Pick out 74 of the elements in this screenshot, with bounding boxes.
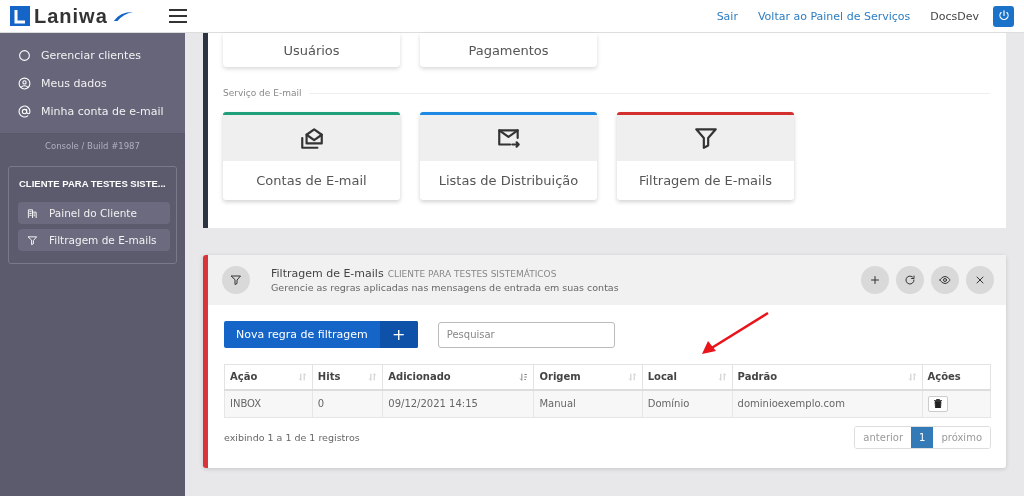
circle-icon (18, 48, 31, 62)
top-link[interactable]: Sair (716, 9, 738, 23)
logo-icon (10, 6, 30, 26)
sidebar-item-label: Gerenciar clientes (41, 48, 141, 62)
building-icon (27, 207, 38, 219)
envelope-stack-icon (298, 125, 325, 151)
table-cell: 0 (312, 389, 383, 418)
plus-icon (869, 274, 881, 286)
power-icon (996, 9, 1011, 23)
table-cell: Manual (533, 389, 643, 418)
filter-icon (27, 234, 38, 246)
plus-button[interactable] (861, 266, 889, 294)
user-name: DocsDev (930, 9, 979, 23)
column-header[interactable]: Adicionado (388, 371, 451, 383)
client-menu-label: Filtragem de E-mails (49, 234, 157, 246)
client-title: CLIENTE PARA TESTES SISTE... (19, 177, 167, 191)
section-title: Serviço de E-mail (223, 88, 302, 98)
sidebar-item[interactable]: Gerenciar clientes (0, 41, 185, 69)
sort-icon[interactable] (368, 371, 378, 382)
refresh-button[interactable] (896, 266, 924, 294)
page-button[interactable]: 1 (911, 427, 934, 448)
sort-icon[interactable] (907, 371, 917, 382)
column-header[interactable]: Ação (230, 371, 258, 383)
refresh-icon (904, 274, 916, 286)
logo-swoosh-icon (111, 9, 134, 23)
client-menu-item[interactable]: Filtragem de E-mails (18, 229, 170, 251)
sidebar-item[interactable]: Minha conta de e-mail (0, 97, 185, 125)
sort-icon[interactable] (297, 371, 307, 382)
service-tile[interactable]: Contas de E-mail (223, 112, 400, 200)
close-icon (974, 274, 986, 286)
brand-name: Laniwa (34, 4, 108, 28)
build-info: Console / Build #1987 (0, 133, 185, 158)
sidebar-item-label: Meus dados (41, 76, 107, 90)
trash-icon (933, 399, 942, 409)
records-info: exibindo 1 a 1 de 1 registros (224, 432, 360, 443)
column-header[interactable]: Padrão (737, 371, 778, 383)
sort-icon[interactable] (627, 371, 637, 382)
sidebar-item-label: Minha conta de e-mail (41, 104, 164, 118)
eye-button[interactable] (931, 266, 959, 294)
top-link[interactable]: Voltar ao Painel de Serviços (757, 9, 911, 23)
at-icon (18, 104, 31, 118)
panel-client: CLIENTE PARA TESTES SISTEMÁTICOS (387, 269, 557, 279)
service-tile[interactable]: Usuários (223, 33, 400, 67)
table-cell: 09/12/2021 14:15 (382, 389, 534, 418)
new-rule-button[interactable]: Nova regra de filtragem + (224, 321, 418, 348)
delete-button[interactable] (927, 395, 948, 412)
panel-subtitle: Gerencie as regras aplicadas nas mensagens de entrada em suas contas (271, 282, 620, 293)
sort-icon[interactable] (717, 371, 727, 382)
close-button[interactable] (966, 266, 994, 294)
table-cell: Domínio (642, 389, 733, 418)
menu-icon[interactable] (168, 8, 188, 24)
tile-label: Listas de Distribuição (437, 172, 580, 190)
power-button[interactable] (993, 5, 1014, 27)
column-header[interactable]: Hits (317, 371, 341, 383)
column-header[interactable]: Origem (539, 371, 581, 383)
filter-icon (230, 274, 242, 286)
sidebar-item[interactable]: Meus dados (0, 69, 185, 97)
service-tile[interactable]: Filtragem de E-mails (617, 112, 794, 200)
table-cell: INBOX (224, 389, 313, 418)
tile-label: Contas de E-mail (255, 172, 368, 190)
tile-label: Filtragem de E-mails (637, 172, 774, 190)
column-header[interactable]: Local (647, 371, 678, 383)
client-menu-item[interactable]: Painel do Cliente (18, 202, 170, 224)
search-field[interactable]: Pesquisar (437, 321, 615, 348)
panel-title: Filtragem de E-mails (271, 267, 384, 280)
table-cell: dominioexemplo.com (732, 389, 923, 418)
user-icon (18, 76, 31, 90)
client-menu-label: Painel do Cliente (49, 207, 137, 219)
annotation-arrow (700, 311, 770, 356)
service-tile[interactable]: Listas de Distribuição (420, 112, 597, 200)
service-tile[interactable]: Pagamentos (420, 33, 597, 67)
eye-icon (939, 274, 951, 286)
sort-icon[interactable] (519, 371, 529, 382)
filter-icon (692, 125, 719, 151)
